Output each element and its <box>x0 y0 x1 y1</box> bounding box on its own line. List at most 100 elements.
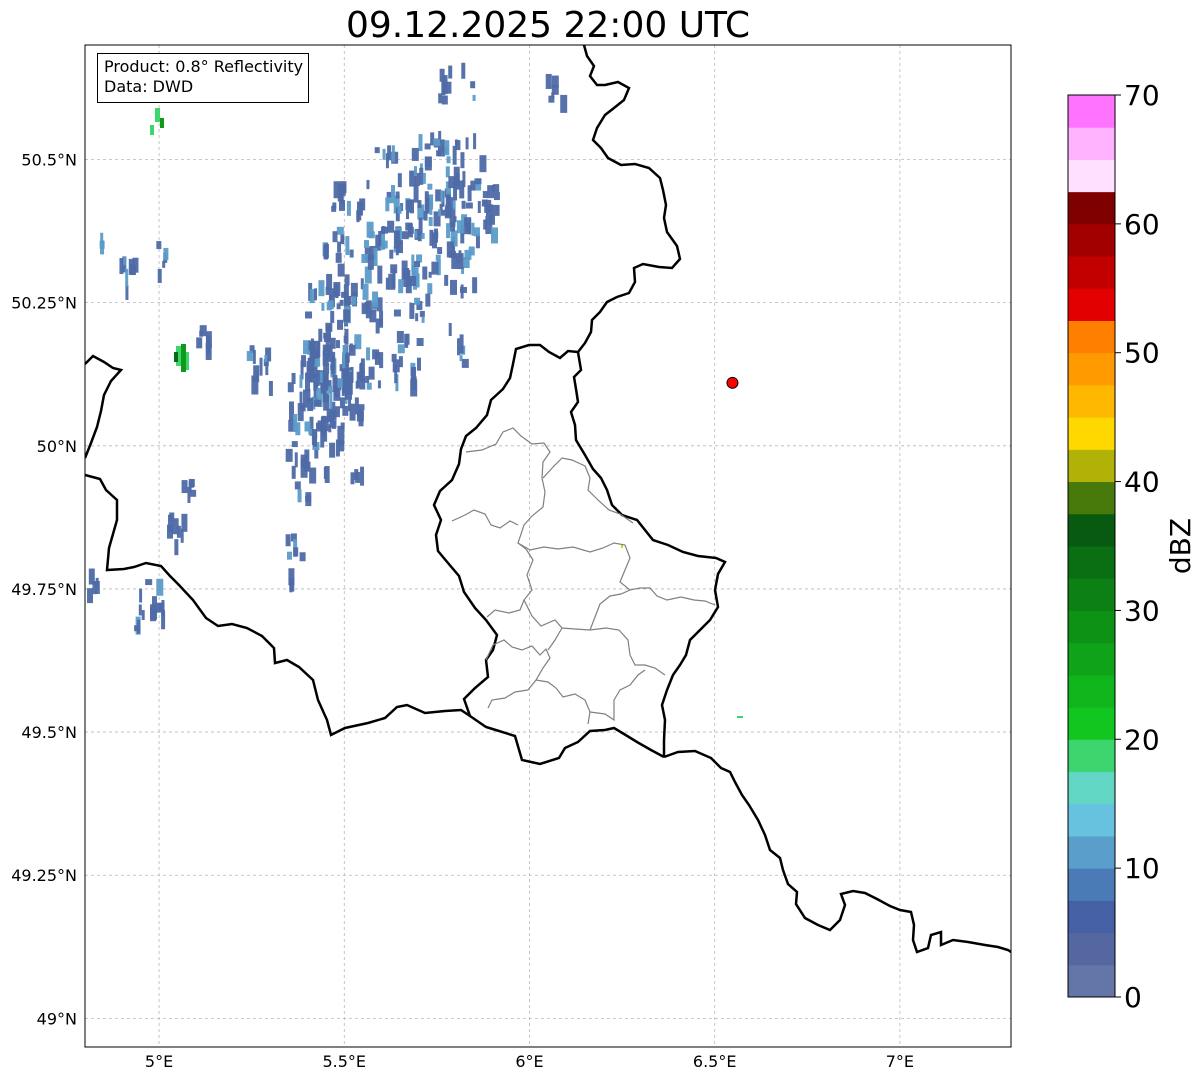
radar-echo-cell <box>293 413 298 432</box>
radar-echo-cell <box>339 397 345 409</box>
radar-echo-cell <box>455 140 461 151</box>
radar-echo-cell <box>422 266 428 280</box>
radar-echo-cell <box>485 204 493 217</box>
radar-echo-cell <box>397 344 405 354</box>
radar-echo-cell <box>100 232 104 244</box>
radar-echo-cell <box>364 240 370 249</box>
info-box: Product: 0.8° Reflectivity Data: DWD <box>97 53 310 103</box>
radar-echo-cell <box>335 439 340 457</box>
radar-echo-cell <box>385 197 390 212</box>
radar-echo-cell <box>551 75 559 88</box>
radar-echo-cell <box>340 422 345 430</box>
radar-echo-cell <box>445 166 450 178</box>
radar-echo-cell <box>346 200 351 216</box>
radar-echo-cell <box>268 380 273 396</box>
radar-echo-cell <box>365 375 370 383</box>
radar-echo-cell <box>299 374 303 388</box>
radar-echo-cell <box>291 465 296 479</box>
radar-echo-cell <box>381 226 389 234</box>
radar-echo-cell <box>441 209 446 216</box>
colorbar-segment <box>1068 771 1115 805</box>
radar-echo-cell <box>299 552 306 562</box>
radar-echo-cell <box>345 352 350 363</box>
radar-echo-cell <box>355 380 359 389</box>
radar-echo-cell <box>418 134 423 152</box>
radar-echo-cell <box>405 333 410 345</box>
radar-echo-cell <box>344 328 349 345</box>
radar-echo-cell <box>463 257 470 269</box>
radar-echo-cell <box>355 471 361 483</box>
radar-echo-cell <box>163 247 169 260</box>
radar-echo-cell <box>431 261 439 275</box>
radar-echo-cell <box>411 254 415 272</box>
colorbar-segment <box>1068 384 1115 418</box>
radar-echo-cell <box>349 249 354 258</box>
lat-tick-label: 49.25°N <box>11 866 77 885</box>
radar-echo-cell <box>332 202 337 209</box>
radar-echo-cell <box>448 176 456 189</box>
colorbar-segment <box>1068 513 1115 547</box>
radar-echo-cell <box>356 210 360 223</box>
radar-echo-cell <box>291 441 298 448</box>
radar-echo-cell <box>325 322 333 332</box>
info-product: Product: 0.8° Reflectivity <box>104 57 304 76</box>
radar-echo-cell <box>396 330 404 343</box>
radar-echo-cell <box>322 350 329 366</box>
radar-echo-cell <box>378 230 382 246</box>
colorbar-segment <box>1068 127 1115 160</box>
radar-echo-cell <box>477 201 481 214</box>
radar-echo-cell <box>305 495 312 502</box>
radar-echo-cell <box>123 257 127 266</box>
radar-echo-cell <box>329 390 333 410</box>
radar-echo-cell <box>322 393 329 403</box>
lon-tick-label: 5°E <box>145 1052 173 1071</box>
radar-echo-cell <box>307 398 314 412</box>
radar-echo-cell <box>348 399 352 412</box>
radar-echo-cell <box>318 328 323 342</box>
radar-echo-cell <box>428 271 432 278</box>
radar-echo-cell <box>134 625 141 632</box>
lat-tick-label: 50°N <box>37 437 77 456</box>
radar-echo-cell <box>157 268 162 283</box>
radar-echo-cell <box>406 199 413 213</box>
radar-echo-cell <box>326 408 333 422</box>
radar-echo-strong <box>174 352 178 362</box>
radar-echo-cell <box>450 279 458 295</box>
radar-echo-cell <box>199 325 207 337</box>
radar-echo-cell <box>385 277 389 290</box>
radar-echo-cell <box>389 249 394 259</box>
radar-echo-cell <box>382 148 386 160</box>
radar-echo-cell <box>479 155 487 173</box>
radar-echo-cell <box>319 371 323 383</box>
radar-map: 5°E 5.5°E 6°E 6.5°E 7°E 49°N 49.25°N 49.5°N 49.7… <box>11 44 1197 1071</box>
radar-echo-cell <box>421 316 425 323</box>
radar-echo-cell <box>421 232 425 239</box>
radar-echo-cell <box>361 253 369 263</box>
radar-echo-cell <box>377 265 383 284</box>
radar-site-marker <box>726 376 739 389</box>
radar-echo-cell <box>351 296 356 306</box>
radar-echo-cell <box>415 273 420 288</box>
radar-echo-cell <box>360 466 365 486</box>
radar-echo-cell <box>441 95 448 105</box>
radar-echo-cell <box>151 596 157 614</box>
radar-echo-cell <box>406 212 410 220</box>
radar-echo-cell <box>317 341 321 358</box>
radar-echo-cell <box>333 282 341 297</box>
radar-echo-cell <box>176 525 181 538</box>
radar-echo-cell <box>293 547 299 557</box>
radar-echo-cell <box>138 604 142 616</box>
radar-echo-cell <box>416 338 424 347</box>
radar-echo-cell <box>414 166 418 177</box>
colorbar-segment <box>1068 868 1115 901</box>
radar-echo-cell <box>419 310 425 317</box>
radar-echo-strong <box>155 108 160 122</box>
radar-echo-cell <box>391 145 395 163</box>
radar-echo-cell <box>470 180 476 191</box>
radar-echo-cell <box>308 363 315 377</box>
colorbar: 0 10 20 30 40 50 60 70 dBZ <box>1067 79 1197 1014</box>
radar-echo-cell <box>462 171 466 188</box>
colorbar-segment <box>1068 95 1115 128</box>
radar-echo-cell <box>196 337 203 349</box>
radar-echo-cell <box>246 351 253 362</box>
